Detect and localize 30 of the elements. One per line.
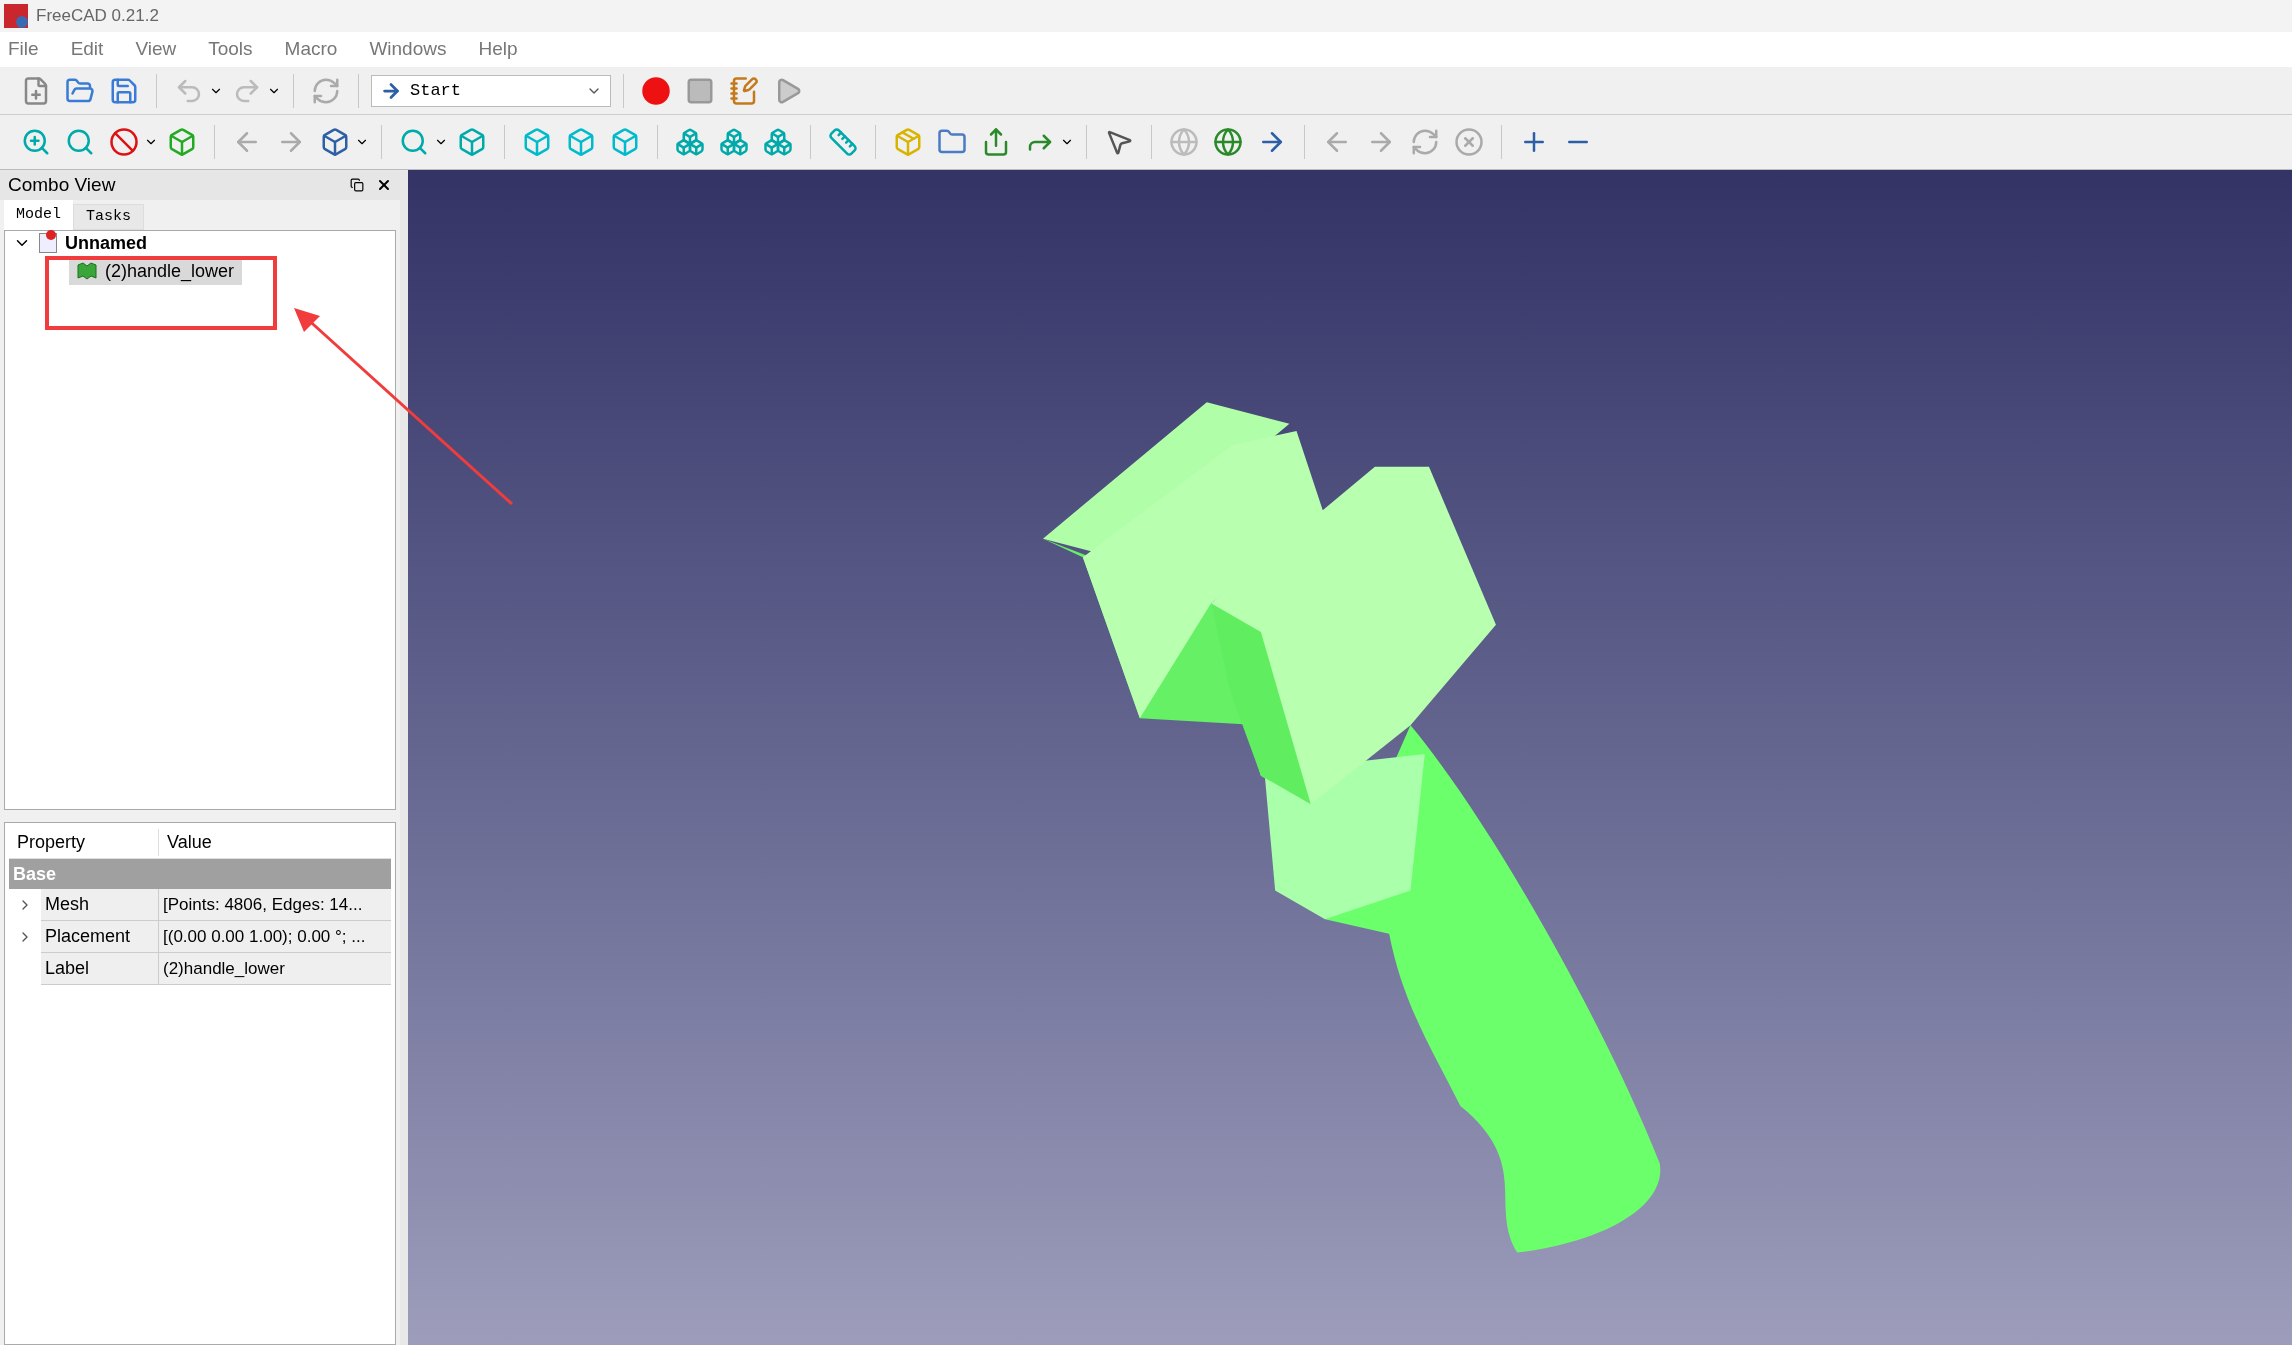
group-header: Base [9,859,391,889]
table-cell: Label [41,953,159,985]
column-header: Property [9,829,159,856]
menu-item[interactable]: Windows [369,35,447,64]
menu-item[interactable]: Tools [208,35,253,64]
table-cell: [(0.00 0.00 1.00); 0.00 °; ... [159,921,391,953]
tree-item[interactable]: Unnamed [65,229,147,257]
menu-item[interactable]: View [135,35,177,64]
table-cell: [Points: 4806, Edges: 14... [159,889,391,921]
mesh-icon [77,262,97,280]
document-icon [39,233,57,253]
column-header: Value [166,831,213,854]
table-cell: Placement [41,921,159,953]
table-cell: (2)handle_lower [159,953,391,985]
tab[interactable]: Model [4,200,73,230]
menu-item[interactable]: File [8,35,39,64]
workbench-dropdown[interactable]: Start [371,74,611,107]
window-title: FreeCAD 0.21.2 [36,5,159,28]
float-icon[interactable] [350,178,364,192]
panel-title: Combo View [8,172,117,197]
table-cell: Mesh [41,889,159,921]
property-row[interactable]: Mesh [Points: 4806, Edges: 14... [9,889,391,921]
property-row[interactable]: Label (2)handle_lower [9,953,391,985]
app-logo-icon [4,4,28,28]
close-icon[interactable] [376,177,392,193]
property-row[interactable]: Placement [(0.00 0.00 1.00); 0.00 °; ... [9,921,391,953]
menu-item[interactable]: Edit [70,35,104,64]
menu-item[interactable]: Help [478,35,518,64]
tab[interactable]: Tasks [73,204,145,230]
menu-item[interactable]: Macro [284,35,338,64]
